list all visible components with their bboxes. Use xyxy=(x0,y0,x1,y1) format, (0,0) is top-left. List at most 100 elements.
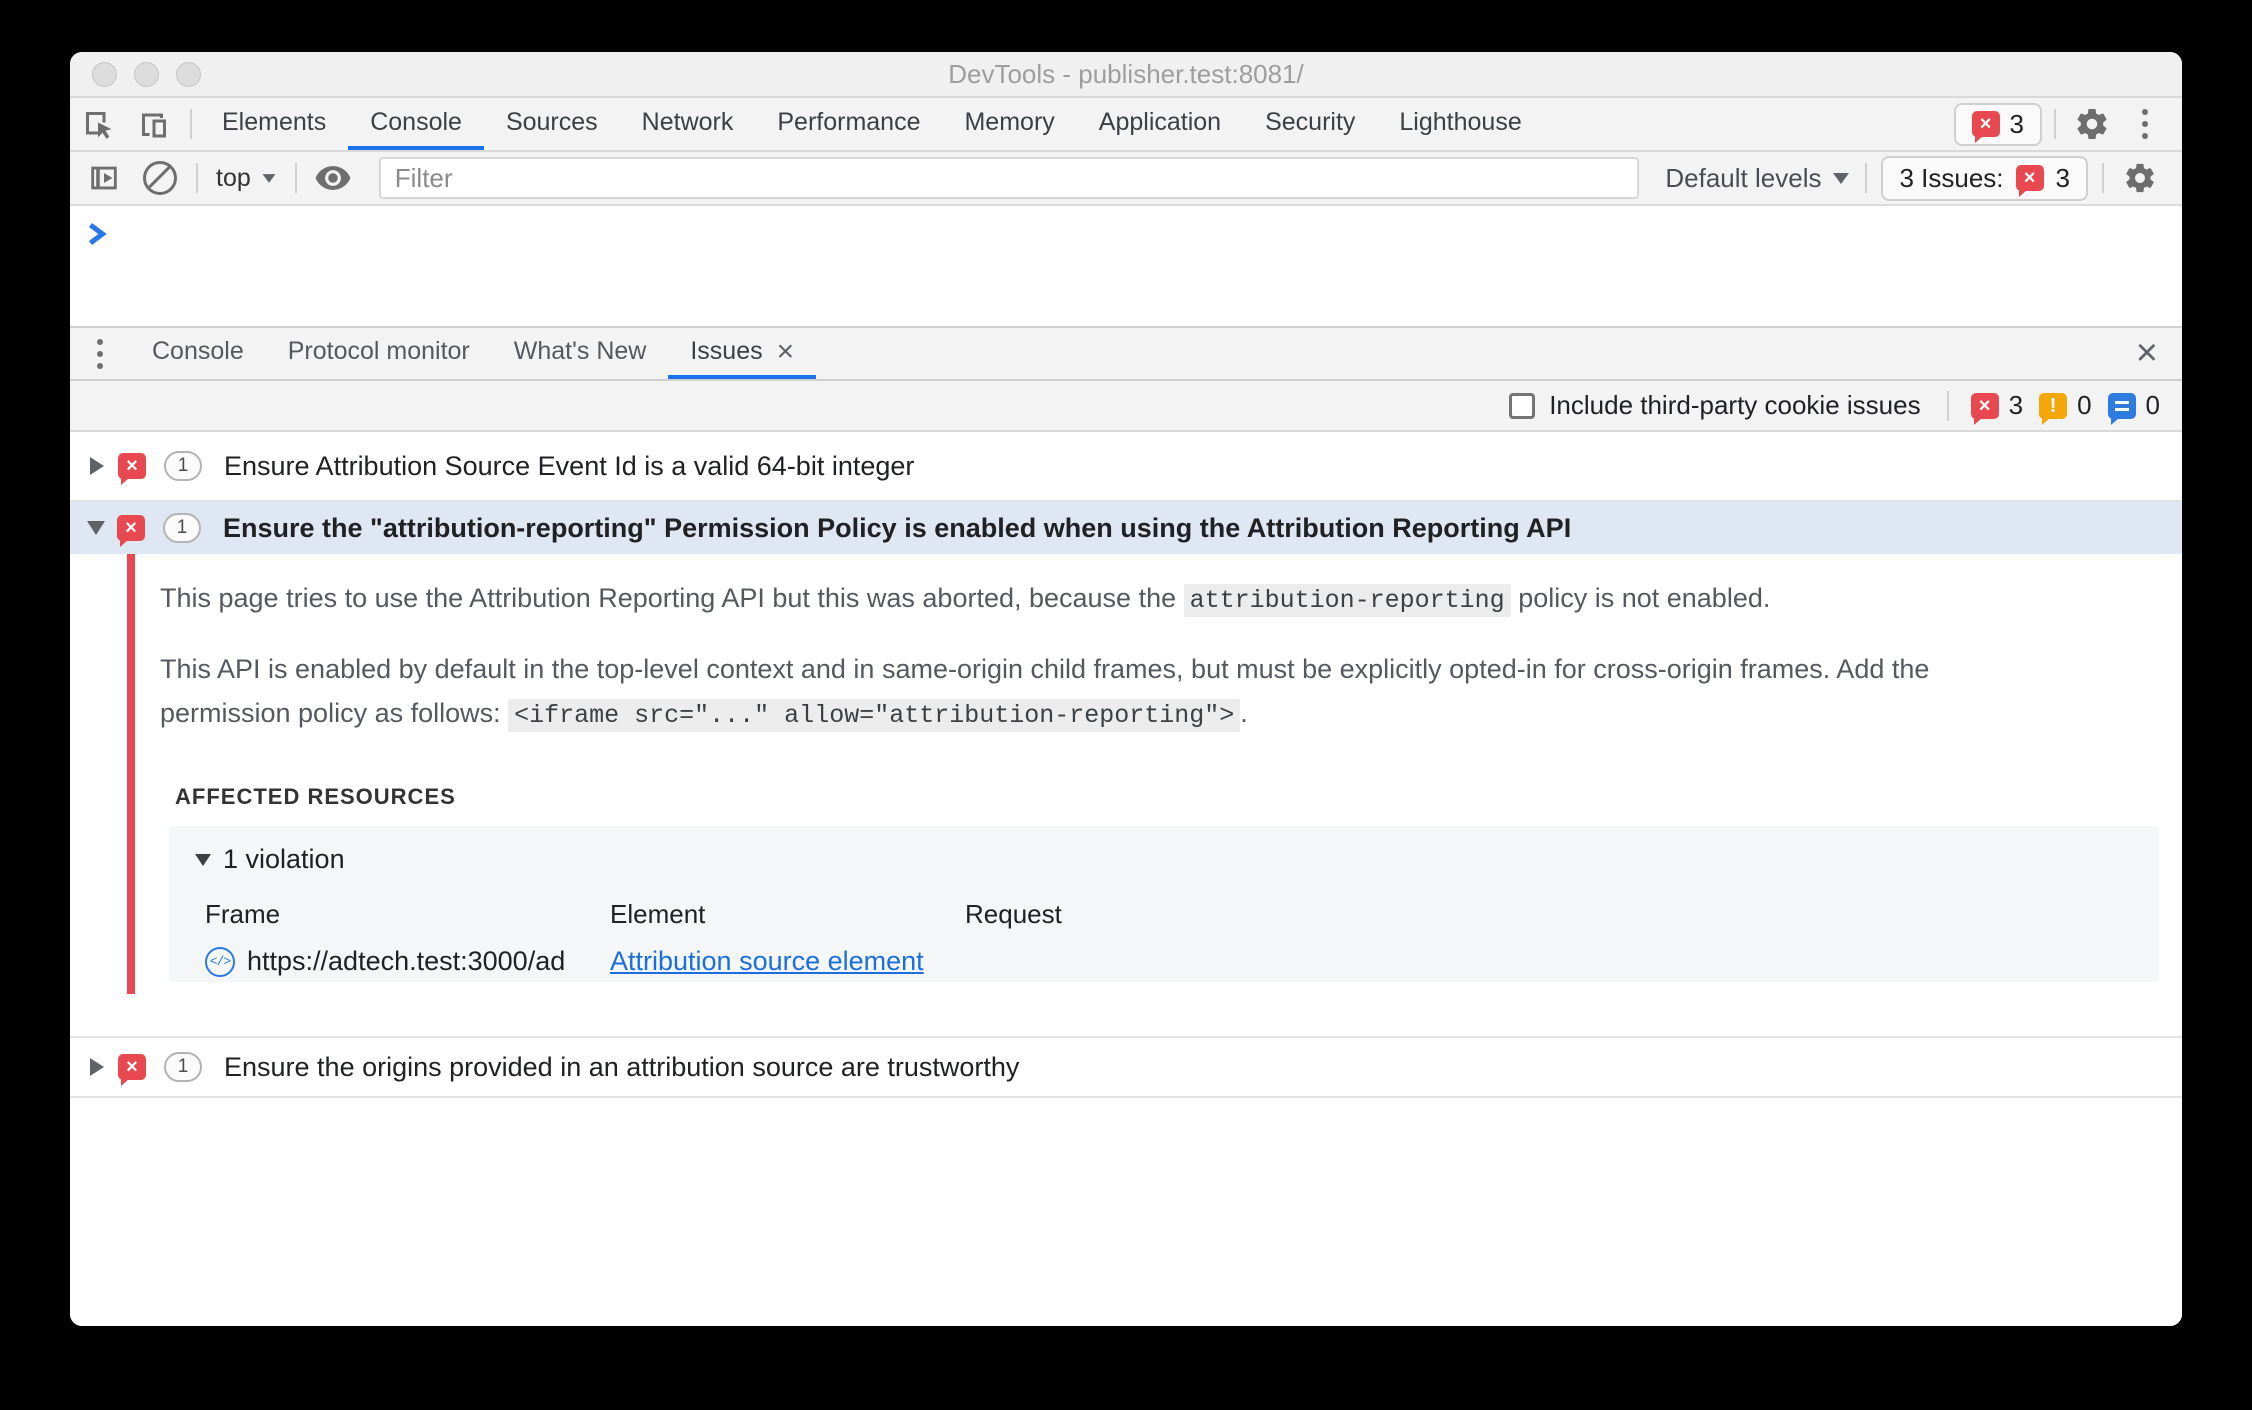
separator xyxy=(294,163,297,193)
collapse-arrow-icon[interactable] xyxy=(87,521,105,535)
frame-url[interactable]: https://adtech.test:3000/ad xyxy=(247,946,565,977)
tab-security[interactable]: Security xyxy=(1243,98,1377,150)
drawer-tab-console[interactable]: Console xyxy=(130,328,266,379)
warning-bubble-icon: ! xyxy=(2039,392,2068,425)
close-drawer-button[interactable]: × xyxy=(2112,328,2182,379)
kebab-icon xyxy=(2142,109,2148,115)
tab-lighthouse[interactable]: Lighthouse xyxy=(1377,98,1543,150)
tab-elements[interactable]: Elements xyxy=(200,98,348,150)
sidebar-toggle-icon xyxy=(91,166,117,190)
issue-description-paragraph-2: This API is enabled by default in the to… xyxy=(160,654,1930,732)
window-title: DevTools - publisher.test:8081/ xyxy=(948,58,1304,89)
expand-arrow-icon[interactable] xyxy=(90,1058,104,1076)
drawer-tab-issues[interactable]: Issues × xyxy=(668,328,817,379)
frame-source-icon: </> xyxy=(205,946,235,977)
tab-console[interactable]: Console xyxy=(348,98,484,150)
clear-console-icon xyxy=(143,161,177,195)
tab-application[interactable]: Application xyxy=(1077,98,1243,150)
issue-row-trustworthy-origins[interactable]: × 1 Ensure the origins provided in an at… xyxy=(70,1036,2182,1098)
devtools-window: DevTools - publisher.test:8081/ Elements… xyxy=(70,52,2182,1326)
error-bubble-icon: × xyxy=(118,1054,146,1086)
show-console-sidebar-button[interactable] xyxy=(76,161,132,195)
separator xyxy=(190,109,192,139)
titlebar: DevTools - publisher.test:8081/ xyxy=(70,52,2182,98)
chevron-down-icon xyxy=(262,173,276,183)
error-bubble-icon: × xyxy=(2015,165,2044,197)
kebab-icon xyxy=(97,338,103,345)
device-toolbar-icon xyxy=(142,113,166,138)
chevron-down-icon xyxy=(1833,172,1850,184)
affected-resources-heading: AFFECTED RESOURCES xyxy=(175,784,456,809)
issue-count-pill: 1 xyxy=(164,1052,202,1082)
gear-icon xyxy=(2077,109,2107,139)
inline-code: attribution-reporting xyxy=(1183,584,1511,617)
close-issues-tab-button[interactable]: × xyxy=(777,336,795,367)
more-options-button[interactable] xyxy=(2120,98,2170,150)
eye-icon xyxy=(315,166,351,190)
console-messages-area[interactable] xyxy=(70,206,2182,326)
error-bubble-icon: × xyxy=(1970,392,1999,425)
drawer-more-tools-button[interactable] xyxy=(70,328,130,379)
issue-row-event-id[interactable]: × 1 Ensure Attribution Source Event Id i… xyxy=(70,432,2182,502)
drawer-tab-whats-new[interactable]: What's New xyxy=(492,328,669,379)
violation-count-label: 1 violation xyxy=(223,844,345,874)
create-live-expression-button[interactable] xyxy=(305,159,361,197)
gear-icon xyxy=(2126,163,2154,193)
issues-count-badge-button[interactable]: × 3 xyxy=(1953,102,2042,146)
error-bubble-icon: × xyxy=(118,453,146,485)
tab-sources[interactable]: Sources xyxy=(484,98,620,150)
error-counter: × 3 xyxy=(1970,390,2023,425)
info-bubble-icon xyxy=(2107,392,2136,425)
warning-counter: ! 0 xyxy=(2039,390,2092,425)
close-icon: × xyxy=(2135,332,2158,374)
issue-description-paragraph-1: This page tries to use the Attribution R… xyxy=(160,583,1771,617)
console-settings-button[interactable] xyxy=(2112,161,2168,195)
javascript-context-selector[interactable]: top xyxy=(206,164,287,193)
error-severity-bar xyxy=(127,554,135,994)
separator xyxy=(1865,163,1868,193)
frame-cell: </> https://adtech.test:3000/ad xyxy=(205,946,610,977)
tab-network[interactable]: Network xyxy=(620,98,756,150)
issue-row-permission-policy[interactable]: × 1 Ensure the "attribution-reporting" P… xyxy=(70,502,2182,554)
drawer-tab-bar: Console Protocol monitor What's New Issu… xyxy=(70,326,2182,381)
inline-code: <iframe src="..." allow="attribution-rep… xyxy=(508,699,1241,732)
attribution-source-element-link[interactable]: Attribution source element xyxy=(610,946,965,977)
console-toolbar: top Default levels 3 Issues: × 3 xyxy=(70,152,2182,206)
issues-list: × 1 Ensure Attribution Source Event Id i… xyxy=(70,432,2182,1326)
drawer-tab-protocol-monitor[interactable]: Protocol monitor xyxy=(266,328,492,379)
third-party-cookie-checkbox[interactable] xyxy=(1509,392,1536,419)
console-filter-input[interactable] xyxy=(378,157,1640,199)
violation-toggle[interactable]: 1 violation xyxy=(195,844,2135,875)
issue-title: Ensure Attribution Source Event Id is a … xyxy=(224,450,915,481)
separator xyxy=(1946,390,1949,421)
error-count: 3 xyxy=(2009,108,2024,139)
info-counter: 0 xyxy=(2107,390,2160,425)
checkbox-label: Include third-party cookie issues xyxy=(1549,390,1921,420)
inspect-element-button[interactable] xyxy=(70,98,126,150)
expand-arrow-icon[interactable] xyxy=(90,457,104,475)
console-prompt-icon xyxy=(88,222,107,246)
tab-performance[interactable]: Performance xyxy=(755,98,942,150)
inspect-cursor-icon xyxy=(86,112,112,139)
issue-title: Ensure the "attribution-reporting" Permi… xyxy=(223,512,1572,543)
tab-memory[interactable]: Memory xyxy=(942,98,1076,150)
issue-count-pill: 1 xyxy=(164,451,202,481)
settings-button[interactable] xyxy=(2064,98,2120,150)
column-header-element: Element xyxy=(610,899,706,929)
device-toolbar-button[interactable] xyxy=(126,98,182,150)
clear-console-button[interactable] xyxy=(132,161,188,195)
column-header-frame: Frame xyxy=(205,899,281,929)
issues-counter-button[interactable]: 3 Issues: × 3 xyxy=(1881,155,2088,201)
affected-resources-panel: 1 violation Frame Element Request </> ht… xyxy=(169,826,2159,982)
log-levels-dropdown[interactable]: Default levels xyxy=(1657,163,1857,194)
error-bubble-icon: × xyxy=(117,515,145,547)
separator xyxy=(2054,109,2056,139)
separator xyxy=(196,163,198,193)
error-bubble-icon: × xyxy=(1971,111,2000,143)
collapse-arrow-icon xyxy=(195,853,211,866)
issue-detail-body: This page tries to use the Attribution R… xyxy=(70,554,2182,1036)
issue-count-pill: 1 xyxy=(163,513,201,543)
column-header-request: Request xyxy=(965,899,1062,929)
issue-title: Ensure the origins provided in an attrib… xyxy=(224,1051,1020,1082)
issues-toolbar: Include third-party cookie issues × 3 ! … xyxy=(70,381,2182,432)
